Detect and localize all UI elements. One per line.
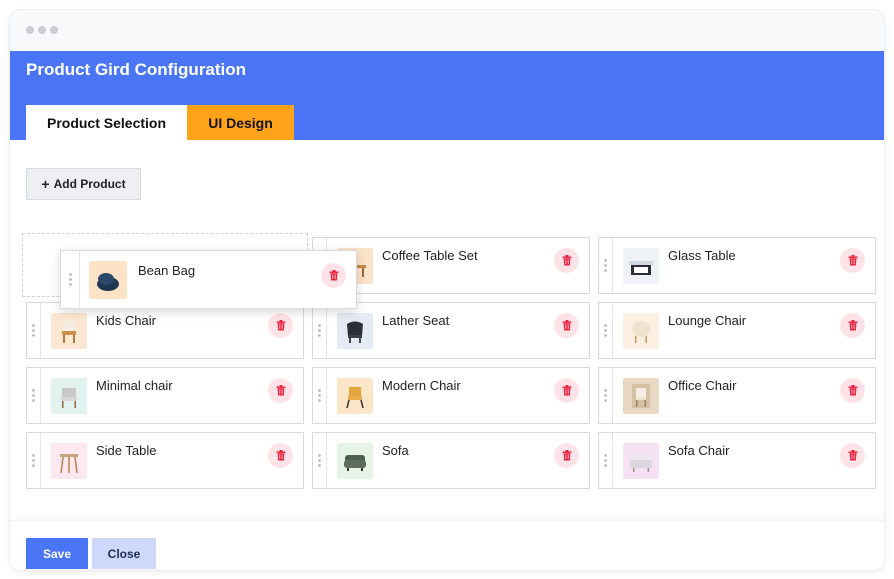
trash-icon: [562, 320, 571, 331]
drag-handle-icon[interactable]: [27, 368, 41, 423]
drag-handle-icon[interactable]: [313, 303, 327, 358]
header-bar: Product Gird Configuration Product Selec…: [10, 51, 884, 140]
kids-chair-icon: [51, 313, 87, 349]
trash-icon: [848, 385, 857, 396]
product-card[interactable]: Modern Chair: [312, 367, 590, 424]
product-name: Modern Chair: [382, 378, 461, 393]
drag-handle-icon[interactable]: [599, 238, 613, 293]
window-titlebar: [10, 10, 884, 51]
window-dot-icon: [38, 26, 46, 34]
sofa-chair-icon: [623, 443, 659, 479]
minimal-chair-icon: [51, 378, 87, 414]
product-name: Bean Bag: [138, 263, 196, 278]
trash-icon: [562, 450, 571, 461]
delete-button[interactable]: [840, 248, 865, 273]
trash-icon: [848, 450, 857, 461]
product-name: Lather Seat: [382, 313, 450, 328]
delete-button[interactable]: [840, 313, 865, 338]
page-title: Product Gird Configuration: [26, 60, 247, 79]
drag-handle-icon[interactable]: [313, 368, 327, 423]
product-grid-panel: + Add Product Coffee Table Set Glass Tabl…: [10, 140, 884, 520]
delete-button[interactable]: [268, 378, 293, 403]
modern-chair-icon: [337, 378, 373, 414]
app-window: Product Gird Configuration Product Selec…: [10, 10, 884, 570]
delete-button[interactable]: [554, 443, 579, 468]
trash-icon: [562, 385, 571, 396]
delete-button[interactable]: [554, 313, 579, 338]
delete-button[interactable]: [554, 378, 579, 403]
plus-icon: +: [41, 176, 50, 192]
trash-icon: [848, 255, 857, 266]
lather-seat-icon: [337, 313, 373, 349]
product-name: Sofa Chair: [668, 443, 730, 458]
product-name: Office Chair: [668, 378, 737, 393]
office-chair-icon: [623, 378, 659, 414]
delete-button[interactable]: [268, 313, 293, 338]
product-card[interactable]: Lounge Chair: [598, 302, 876, 359]
bean-bag-icon: [89, 261, 127, 299]
dragging-product-card[interactable]: Bean Bag: [60, 250, 357, 309]
glass-table-icon: [623, 248, 659, 284]
side-table-icon: [51, 443, 87, 479]
product-card[interactable]: Minimal chair: [26, 367, 304, 424]
drag-handle-icon[interactable]: [599, 368, 613, 423]
delete-button[interactable]: [268, 443, 293, 468]
product-name: Glass Table: [668, 248, 736, 263]
product-name: Lounge Chair: [668, 313, 747, 328]
product-name: Kids Chair: [96, 313, 156, 328]
window-dot-icon: [26, 26, 34, 34]
drag-handle-icon[interactable]: [599, 303, 613, 358]
drag-handle-icon[interactable]: [599, 433, 613, 488]
drag-handle-icon[interactable]: [61, 251, 80, 308]
delete-button[interactable]: [554, 248, 579, 273]
add-product-button[interactable]: + Add Product: [26, 168, 141, 200]
footer-bar: Save Close: [10, 520, 884, 570]
product-card[interactable]: Sofa Chair: [598, 432, 876, 489]
trash-icon: [562, 255, 571, 266]
tab-ui-design[interactable]: UI Design: [187, 105, 294, 140]
delete-button[interactable]: [321, 263, 346, 288]
drag-handle-icon[interactable]: [27, 303, 41, 358]
drag-handle-icon[interactable]: [27, 433, 41, 488]
product-name: Coffee Table Set: [382, 248, 478, 263]
product-card[interactable]: Side Table: [26, 432, 304, 489]
close-button[interactable]: Close: [92, 538, 156, 569]
delete-button[interactable]: [840, 443, 865, 468]
product-name: Side Table: [96, 443, 157, 458]
sofa-icon: [337, 443, 373, 479]
trash-icon: [276, 450, 285, 461]
drag-handle-icon[interactable]: [313, 433, 327, 488]
product-card[interactable]: Kids Chair: [26, 302, 304, 359]
trash-icon: [329, 270, 338, 281]
lounge-chair-icon: [623, 313, 659, 349]
product-card[interactable]: Sofa: [312, 432, 590, 489]
add-product-label: Add Product: [53, 177, 126, 191]
tab-product-selection[interactable]: Product Selection: [26, 105, 187, 140]
product-card[interactable]: Glass Table: [598, 237, 876, 294]
trash-icon: [276, 385, 285, 396]
product-name: Sofa: [382, 443, 409, 458]
product-card[interactable]: Office Chair: [598, 367, 876, 424]
window-dot-icon: [50, 26, 58, 34]
product-card[interactable]: Lather Seat: [312, 302, 590, 359]
delete-button[interactable]: [840, 378, 865, 403]
trash-icon: [848, 320, 857, 331]
product-name: Minimal chair: [96, 378, 173, 393]
trash-icon: [276, 320, 285, 331]
save-button[interactable]: Save: [26, 538, 88, 569]
